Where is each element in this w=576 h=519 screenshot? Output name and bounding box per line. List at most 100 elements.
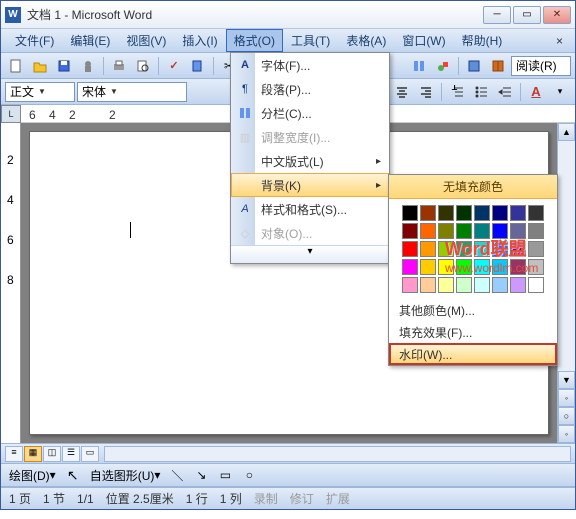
print-icon[interactable] (108, 55, 130, 77)
color-swatch[interactable] (456, 277, 472, 293)
open-icon[interactable] (29, 55, 51, 77)
color-swatch[interactable] (510, 277, 526, 293)
permission-icon[interactable] (77, 55, 99, 77)
draw-menu[interactable]: 绘图(D) ▾ (5, 465, 60, 485)
scrollbar-horizontal[interactable] (104, 446, 571, 462)
color-swatch[interactable] (492, 277, 508, 293)
browse-button[interactable]: ○ (558, 407, 575, 425)
color-swatch[interactable] (474, 241, 490, 257)
color-swatch[interactable] (438, 223, 454, 239)
dd-font[interactable]: A字体(F)... (231, 53, 389, 77)
font-color-icon[interactable]: A (525, 81, 547, 103)
menu-window[interactable]: 窗口(W) (394, 29, 453, 52)
spellcheck-icon[interactable]: ✓ (163, 55, 185, 77)
color-swatch[interactable] (456, 223, 472, 239)
color-swatch[interactable] (438, 241, 454, 257)
color-swatch[interactable] (402, 241, 418, 257)
book-icon[interactable] (487, 55, 509, 77)
color-swatch[interactable] (456, 205, 472, 221)
color-swatch[interactable] (510, 241, 526, 257)
align-right-icon[interactable] (415, 81, 437, 103)
arrow-tool-icon[interactable]: ↘ (190, 464, 212, 486)
toolbar-options-icon[interactable]: ▾ (549, 81, 571, 103)
color-swatch[interactable] (492, 241, 508, 257)
preview-icon[interactable] (132, 55, 154, 77)
color-swatch[interactable] (420, 277, 436, 293)
color-swatch[interactable] (510, 259, 526, 275)
color-swatch[interactable] (528, 259, 544, 275)
color-swatch[interactable] (456, 259, 472, 275)
line-tool-icon[interactable]: ＼ (166, 464, 188, 486)
color-swatch[interactable] (402, 277, 418, 293)
submenu-watermark[interactable]: 水印(W)... (389, 343, 557, 365)
maximize-button[interactable]: ▭ (513, 6, 541, 24)
print-layout-view-button[interactable]: ▦ (24, 446, 42, 462)
research-icon[interactable] (187, 55, 209, 77)
color-swatch[interactable] (402, 205, 418, 221)
menu-view[interactable]: 视图(V) (118, 29, 174, 52)
oval-tool-icon[interactable]: ○ (238, 464, 260, 486)
color-swatch[interactable] (438, 205, 454, 221)
menu-help[interactable]: 帮助(H) (454, 29, 511, 52)
new-doc-icon[interactable] (5, 55, 27, 77)
dd-asian-layout[interactable]: 中文版式(L)▸ (231, 149, 389, 173)
reading-view-button[interactable]: ▭ (81, 446, 99, 462)
numbered-list-icon[interactable]: 1 (446, 81, 468, 103)
dd-paragraph[interactable]: ¶段落(P)... (231, 77, 389, 101)
color-swatch[interactable] (420, 259, 436, 275)
bullet-list-icon[interactable] (470, 81, 492, 103)
color-swatch[interactable] (492, 205, 508, 221)
color-swatch[interactable] (420, 223, 436, 239)
menu-tools[interactable]: 工具(T) (283, 29, 338, 52)
style-combo[interactable]: 正文▼ (5, 82, 75, 102)
color-swatch[interactable] (438, 259, 454, 275)
web-layout-view-button[interactable]: ◫ (43, 446, 61, 462)
menu-edit[interactable]: 编辑(E) (62, 29, 118, 52)
color-swatch[interactable] (528, 223, 544, 239)
submenu-fill-effects[interactable]: 填充效果(F)... (389, 321, 557, 343)
color-swatch[interactable] (510, 223, 526, 239)
scroll-up-button[interactable]: ▲ (558, 123, 575, 141)
scrollbar-vertical[interactable]: ▲ ▼ ◦ ○ ◦ (557, 123, 575, 443)
columns-icon[interactable] (408, 55, 430, 77)
minimize-button[interactable]: ─ (483, 6, 511, 24)
color-swatch[interactable] (492, 223, 508, 239)
save-icon[interactable] (53, 55, 75, 77)
color-swatch[interactable] (510, 205, 526, 221)
color-swatch[interactable] (492, 259, 508, 275)
dd-object[interactable]: ◇对象(O)... (231, 221, 389, 245)
color-swatch[interactable] (474, 277, 490, 293)
menu-insert[interactable]: 插入(I) (174, 29, 225, 52)
color-swatch[interactable] (438, 277, 454, 293)
color-swatch[interactable] (420, 241, 436, 257)
menu-file[interactable]: 文件(F) (7, 29, 62, 52)
dd-columns[interactable]: 分栏(C)... (231, 101, 389, 125)
indent-icon[interactable] (494, 81, 516, 103)
menu-table[interactable]: 表格(A) (338, 29, 394, 52)
color-swatch[interactable] (402, 223, 418, 239)
dd-expand-button[interactable]: ▾ (231, 245, 389, 263)
color-swatch[interactable] (528, 205, 544, 221)
prev-page-button[interactable]: ◦ (558, 389, 575, 407)
autoshapes-menu[interactable]: 自选图形(U) ▾ (86, 465, 165, 485)
menu-doc-close[interactable]: × (550, 34, 569, 48)
align-center-icon[interactable] (391, 81, 413, 103)
dd-styles[interactable]: A样式和格式(S)... (231, 197, 389, 221)
color-swatch[interactable] (474, 259, 490, 275)
normal-view-button[interactable]: ≡ (5, 446, 23, 462)
color-swatch[interactable] (420, 205, 436, 221)
color-swatch[interactable] (528, 277, 544, 293)
color-swatch[interactable] (456, 241, 472, 257)
color-swatch[interactable] (474, 223, 490, 239)
submenu-no-fill[interactable]: 无填充颜色 (389, 175, 557, 199)
submenu-more-colors[interactable]: 其他颜色(M)... (389, 299, 557, 321)
next-page-button[interactable]: ◦ (558, 425, 575, 443)
outline-view-button[interactable]: ☰ (62, 446, 80, 462)
color-swatch[interactable] (402, 259, 418, 275)
drawing-icon[interactable] (432, 55, 454, 77)
read-mode-button[interactable]: 阅读(R) (511, 56, 571, 76)
close-button[interactable]: ✕ (543, 6, 571, 24)
color-swatch[interactable] (474, 205, 490, 221)
select-objects-icon[interactable]: ↖ (62, 464, 84, 486)
scroll-down-button[interactable]: ▼ (558, 371, 575, 389)
